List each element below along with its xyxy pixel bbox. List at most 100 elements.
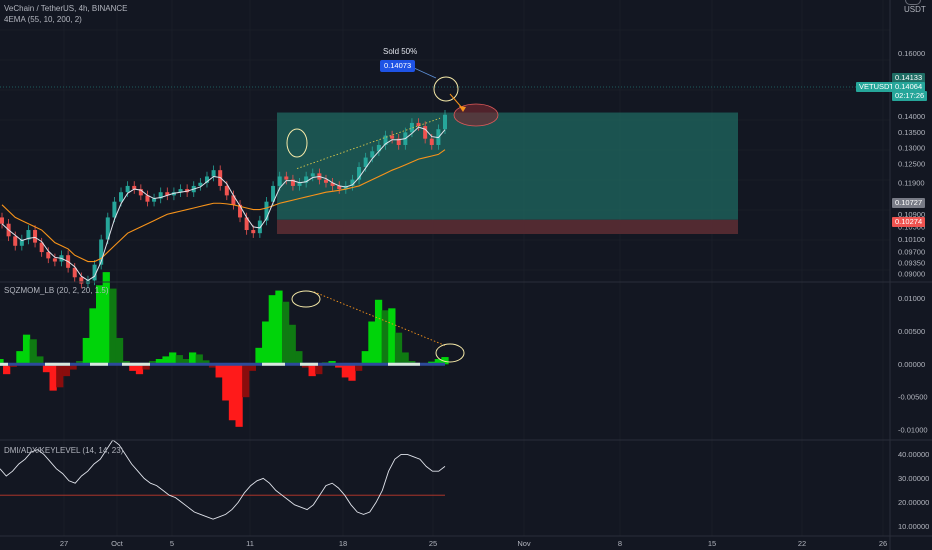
- sqz-bar: [109, 288, 117, 365]
- sqz-bar: [29, 339, 37, 365]
- target-zone: [277, 112, 738, 220]
- sqz-bar: [374, 299, 383, 365]
- price-axis-tick: 0.12500: [898, 159, 925, 168]
- sqz-bar: [215, 364, 223, 378]
- sqz-circle-left: [291, 290, 321, 308]
- sqz-bar: [242, 364, 250, 398]
- time-axis-tick: 25: [429, 539, 437, 548]
- candle-body: [423, 126, 428, 139]
- price-axis-tick: -0.01000: [898, 426, 928, 435]
- price-axis[interactable]: 0.160000.150000.140000.135000.130000.125…: [898, 49, 929, 531]
- sqz-bar: [381, 310, 389, 365]
- sqz-bar: [115, 337, 124, 365]
- price-axis-tick: 0.09700: [898, 248, 925, 257]
- time-axis-tick: 22: [798, 539, 806, 548]
- sqz-bar: [49, 364, 57, 391]
- time-axis-tick: 27: [60, 539, 68, 548]
- sqz-bar: [235, 364, 243, 427]
- sqz-bar: [56, 364, 64, 388]
- time-axis-tick: Oct: [111, 539, 124, 548]
- price-axis-tick: 0.00000: [898, 360, 925, 369]
- sqz-bar: [401, 352, 409, 365]
- sqz-bar: [96, 285, 104, 365]
- sqz-bar: [228, 364, 237, 421]
- time-axis-tick: 5: [170, 539, 174, 548]
- candle-body: [125, 185, 130, 193]
- candle-body: [429, 138, 434, 145]
- sqz-bar: [82, 337, 90, 365]
- price-axis-tick: 20.00000: [898, 498, 929, 507]
- time-axis-tick: Nov: [517, 539, 531, 548]
- currency-icon: [905, 0, 921, 5]
- candle-body: [443, 114, 447, 130]
- sqz-bar: [368, 321, 376, 365]
- price-axis-tick: 0.16000: [898, 49, 925, 58]
- price-circle-right: [433, 76, 459, 102]
- price-axis-tick: 0.09000: [898, 270, 925, 279]
- price-axis-tick: 10.00000: [898, 522, 929, 531]
- ema-legend[interactable]: 4EMA (55, 10, 200, 2): [4, 15, 82, 24]
- sqz-bar: [22, 334, 31, 365]
- candle-body: [310, 173, 315, 177]
- sqz-bar: [16, 351, 24, 365]
- sqz-bar: [169, 352, 177, 365]
- sqz-bar: [341, 364, 349, 378]
- price-axis-tick: 0.01000: [898, 294, 925, 303]
- symbol-title[interactable]: VeChain / TetherUS, 4h, BINANCE: [4, 4, 127, 13]
- sold-price-tag: 0.14073: [380, 60, 416, 72]
- time-axis-tick: 18: [339, 539, 347, 548]
- price-axis-tick: 30.00000: [898, 474, 929, 483]
- sqz-bar: [62, 364, 71, 377]
- price-axis-tick: 0.09350: [898, 259, 925, 268]
- sqz-bar: [89, 308, 97, 365]
- time-axis-tick: 8: [618, 539, 622, 548]
- sqz-bar: [268, 295, 276, 365]
- price-axis-tick: 40.00000: [898, 450, 929, 459]
- sqz-bar: [222, 364, 230, 401]
- price-axis-tick: -0.00500: [898, 393, 928, 402]
- dmi-legend[interactable]: DMI/ADX/KEYLEVEL (14, 14, 23): [4, 446, 123, 455]
- price-axis-tick: 0.10100: [898, 235, 925, 244]
- target-low-tag: 0.10727: [892, 198, 926, 208]
- time-axis-tick: 26: [879, 539, 887, 548]
- price-axis-tick: 0.14000: [898, 112, 925, 121]
- sqz-bar: [255, 347, 263, 365]
- time-axis-tick: 15: [708, 539, 716, 548]
- sqz-bar: [295, 351, 303, 365]
- candle-body: [13, 236, 18, 246]
- candle-body: [323, 179, 328, 183]
- time-axis-tick: 11: [246, 539, 254, 548]
- sqz-bar: [348, 364, 356, 381]
- candle-body: [251, 230, 256, 234]
- sqz-bar: [188, 352, 197, 365]
- sold-text: Sold 50%: [383, 47, 418, 56]
- stop-zone: [277, 219, 738, 234]
- sqz-bar: [262, 321, 270, 365]
- price-axis-tick: 0.11900: [898, 178, 925, 187]
- sqz-bar: [388, 308, 396, 365]
- candle-body: [257, 220, 262, 234]
- currency-label: USDT: [904, 5, 926, 14]
- stop-tag: 0.10274: [892, 217, 926, 227]
- sqz-circle-right: [435, 343, 465, 363]
- symbol-price-tag: VETUSDT: [856, 82, 898, 92]
- sqz-bar: [361, 351, 369, 365]
- countdown-tag: 02:17:26: [892, 91, 928, 101]
- price-axis-tick: 0.00500: [898, 327, 925, 336]
- candle-body: [119, 192, 124, 202]
- sqz-bar: [394, 332, 403, 365]
- candle-body: [0, 217, 4, 224]
- sqz-histogram: [0, 272, 449, 427]
- sqz-legend[interactable]: SQZMOM_LB (20, 2, 20, 1.5): [4, 286, 108, 295]
- chart-canvas[interactable]: 0.160000.150000.140000.135000.130000.125…: [0, 0, 932, 550]
- candle-body: [79, 277, 84, 284]
- candle-body: [52, 258, 57, 262]
- sqz-bar: [308, 364, 316, 377]
- sqz-bar: [275, 290, 283, 365]
- price-axis-tick: 0.13500: [898, 128, 925, 137]
- candle-body: [284, 176, 289, 180]
- candle-body: [277, 176, 282, 186]
- sqz-bar: [281, 301, 290, 365]
- sqz-bar: [288, 324, 296, 365]
- time-axis[interactable]: 27 Oct 5 11 18 25 Nov 8 15 22 26: [60, 539, 887, 548]
